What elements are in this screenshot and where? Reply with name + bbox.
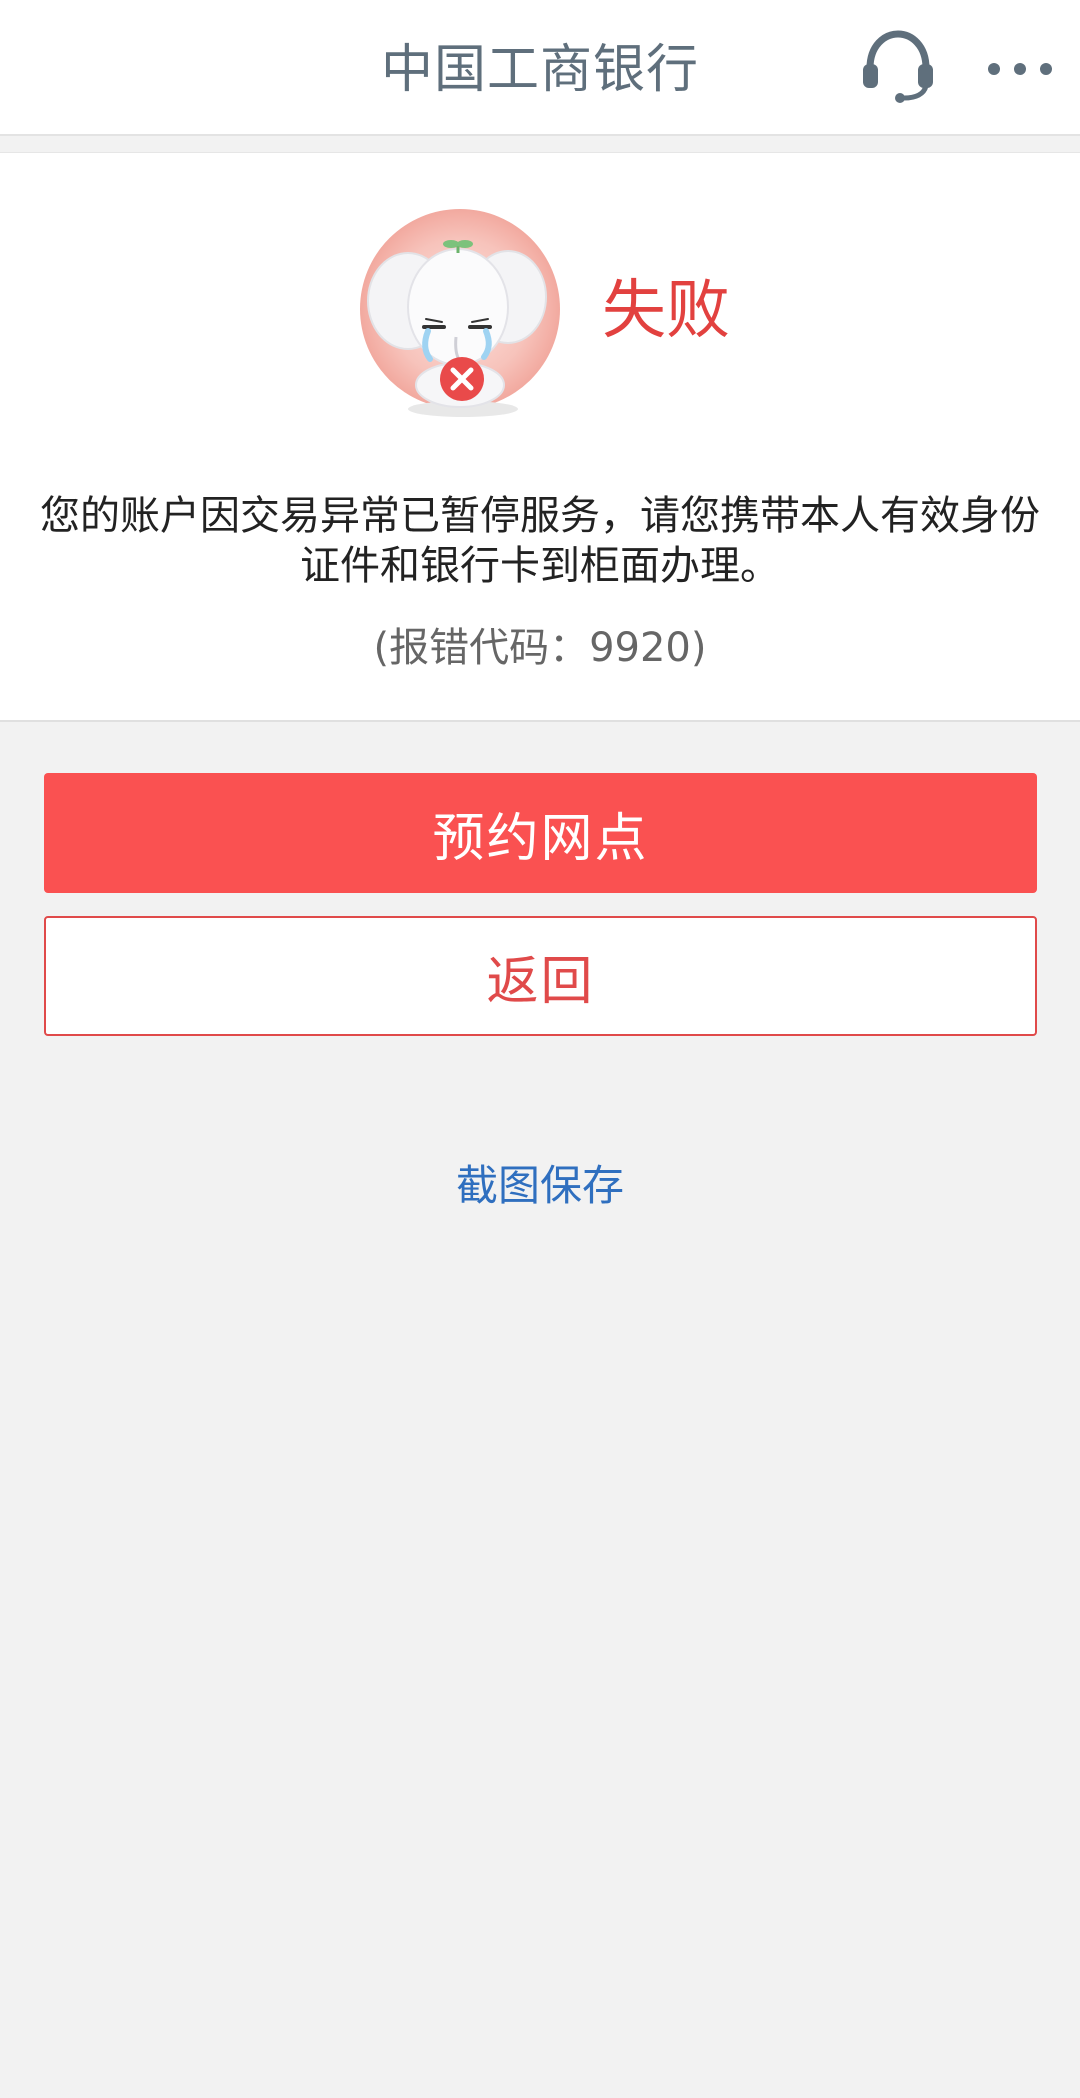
top-nav-bar: 中国工商银行 (0, 0, 1080, 136)
result-card: 失败 您的账户因交易异常已暂停服务，请您携带本人有效身份证件和银行卡到柜面办理。… (0, 152, 1080, 722)
status-text: 失败 (602, 274, 730, 348)
save-screenshot-link[interactable]: 截图保存 (0, 1158, 1080, 1214)
more-options-button[interactable] (985, 44, 1055, 94)
crying-elephant-error-icon (360, 209, 560, 417)
book-branch-button[interactable]: 预约网点 (44, 773, 1037, 893)
headset-icon (863, 30, 933, 103)
error-code: (报错代码：9920) (373, 625, 707, 671)
header-divider-strip (0, 136, 1080, 152)
more-dots-icon (988, 63, 1052, 75)
customer-service-button[interactable] (860, 28, 936, 104)
error-message: 您的账户因交易异常已暂停服务，请您携带本人有效身份证件和银行卡到柜面办理。 (40, 493, 1040, 589)
failure-mascot (358, 209, 568, 419)
back-button[interactable]: 返回 (44, 916, 1037, 1036)
